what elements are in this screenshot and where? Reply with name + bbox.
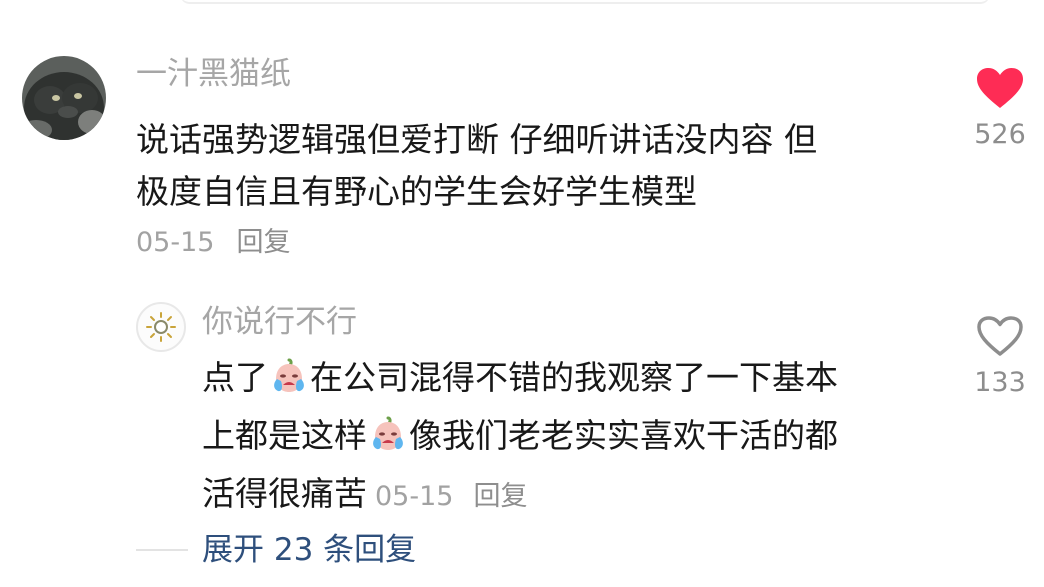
comment-meta: 05-15 回复 xyxy=(136,226,290,260)
reply-like[interactable]: 133 xyxy=(955,314,1044,400)
sun-icon xyxy=(146,312,176,342)
comment-username[interactable]: 一汁黑猫纸 xyxy=(136,54,291,94)
comment-text-line: 说话强势逻辑强但爱打断 仔细听讲话没内容 但 xyxy=(136,120,817,159)
comment-text-line: 极度自信且有野心的学生会好学生模型 xyxy=(136,172,697,211)
reply-date: 05-15 xyxy=(375,481,454,512)
input-bar-edge xyxy=(180,0,990,4)
black-cat-avatar-icon xyxy=(22,56,106,140)
reply-text-line: 上都是这样 像我们老老实实喜欢干活的都 xyxy=(202,410,942,468)
reply-text: 点了 在公司混得不错的我观察了一下基本 上都是这样 像我们老老实实喜欢干活的都 活得… xyxy=(202,352,942,523)
expand-divider xyxy=(136,549,188,551)
reply-text-segment: 像我们老老实实喜欢干活的都 xyxy=(409,416,838,455)
crying-face-icon xyxy=(369,415,407,468)
reply-meta: 05-15 回复 xyxy=(375,481,527,512)
comment-section: 一汁黑猫纸 说话强势逻辑强但爱打断 仔细听讲话没内容 但 极度自信且有野心的学生… xyxy=(0,0,1044,587)
reply-button[interactable]: 回复 xyxy=(236,227,290,258)
reply-text-segment: 上都是这样 xyxy=(202,416,367,455)
reply-text-line: 点了 在公司混得不错的我观察了一下基本 xyxy=(202,352,942,410)
reply-avatar[interactable] xyxy=(136,302,186,352)
reply-text-segment: 在公司混得不错的我观察了一下基本 xyxy=(310,358,838,397)
comment-text: 说话强势逻辑强但爱打断 仔细听讲话没内容 但 极度自信且有野心的学生会好学生模型 xyxy=(136,114,916,218)
reply-text-segment: 点了 xyxy=(202,358,268,397)
avatar[interactable] xyxy=(22,56,106,140)
like-count: 526 xyxy=(974,119,1026,150)
comment-like[interactable]: 526 xyxy=(955,66,1044,152)
comment-date: 05-15 xyxy=(136,227,215,258)
expand-replies[interactable]: 展开 23 条回复 xyxy=(136,530,416,570)
crying-face-icon xyxy=(270,357,308,410)
reply-like-count: 133 xyxy=(974,367,1026,398)
heart-filled-icon[interactable] xyxy=(975,66,1025,110)
expand-replies-button[interactable]: 展开 23 条回复 xyxy=(202,532,416,568)
reply-reply-button[interactable]: 回复 xyxy=(473,481,527,512)
heart-outline-icon[interactable] xyxy=(975,314,1025,358)
reply-text-line: 活得很痛苦 05-15 回复 xyxy=(202,468,942,523)
reply-username[interactable]: 你说行不行 xyxy=(202,302,357,342)
reply-text-segment: 活得很痛苦 xyxy=(202,474,367,513)
